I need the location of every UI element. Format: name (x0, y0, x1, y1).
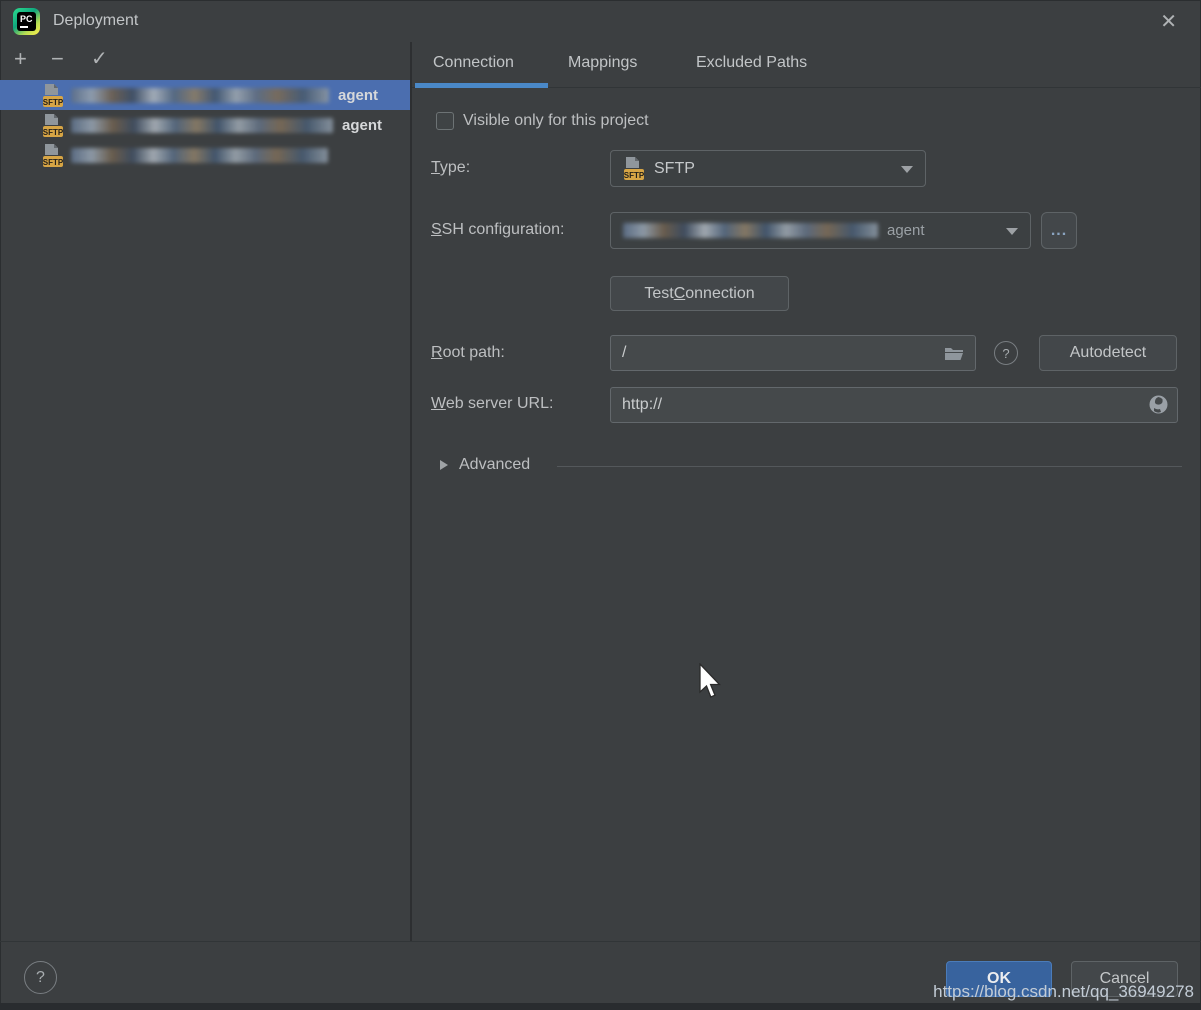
web-server-url-input[interactable] (610, 387, 1178, 423)
active-tab-underline (415, 83, 548, 88)
mouse-cursor (698, 663, 724, 703)
ssh-config-label: SSH configuration: (431, 220, 564, 240)
root-path-help-icon[interactable]: ? (994, 341, 1018, 365)
web-server-url-label: Web server URL: (431, 394, 553, 414)
root-path-label: Root path: (431, 343, 505, 363)
svg-text:SFTP: SFTP (624, 171, 645, 180)
svg-text:SFTP: SFTP (43, 158, 64, 167)
panel-divider (410, 42, 412, 941)
dialog-help-button[interactable]: ? (24, 961, 57, 994)
redacted-ssh-config (623, 223, 878, 238)
svg-text:SFTP: SFTP (43, 128, 64, 137)
type-select[interactable]: SFTP SFTP (610, 150, 926, 187)
window-bottom-edge (0, 1003, 1201, 1010)
svg-text:SFTP: SFTP (43, 98, 64, 107)
window-title: Deployment (53, 12, 138, 30)
visible-only-checkbox[interactable] (436, 112, 454, 130)
test-connection-label: Test (644, 285, 673, 303)
visible-only-label: Visible only for this project (463, 112, 649, 130)
pycharm-logo-icon: PC (13, 8, 40, 35)
remove-server-button[interactable]: − (51, 49, 64, 69)
redacted-server-name (71, 148, 328, 163)
server-item[interactable]: SFTP (0, 140, 410, 170)
globe-icon (1148, 394, 1169, 415)
title-bar: PC Deployment ✕ (0, 0, 1201, 42)
tab-excluded-paths[interactable]: Excluded Paths (696, 54, 807, 72)
ssh-config-select[interactable]: agent (610, 212, 1031, 249)
advanced-divider (557, 466, 1182, 467)
server-item[interactable]: SFTP agent (0, 110, 410, 140)
test-connection-mnemonic: C (674, 285, 686, 303)
folder-browse-icon[interactable] (944, 345, 964, 361)
test-connection-button[interactable]: Test Connection (610, 276, 789, 311)
tab-mappings[interactable]: Mappings (568, 54, 637, 72)
server-name-suffix: agent (342, 117, 382, 134)
deployment-dialog: PC Deployment ✕ + − ✓ SFTP agent SFTP ag… (0, 0, 1201, 1010)
test-connection-label-rest: onnection (685, 285, 754, 303)
chevron-down-icon (901, 166, 913, 173)
sftp-server-icon: SFTP (42, 83, 64, 108)
close-icon[interactable]: ✕ (1160, 9, 1177, 34)
sftp-server-icon: SFTP (42, 113, 64, 138)
advanced-expand-icon[interactable] (440, 460, 448, 470)
autodetect-button[interactable]: Autodetect (1039, 335, 1177, 371)
tab-connection[interactable]: Connection (433, 54, 514, 72)
redacted-server-name (71, 118, 333, 133)
redacted-server-name (71, 88, 329, 103)
add-server-button[interactable]: + (14, 49, 27, 69)
root-path-input[interactable] (610, 335, 976, 371)
sftp-server-icon: SFTP (42, 143, 64, 168)
sftp-type-icon: SFTP (623, 156, 645, 181)
watermark: https://blog.csdn.net/qq_36949278 (933, 982, 1194, 1002)
footer-divider (0, 941, 1201, 942)
server-item-selected[interactable]: SFTP agent (0, 80, 410, 110)
use-as-default-button[interactable]: ✓ (91, 49, 108, 69)
type-select-value: SFTP (654, 160, 695, 178)
type-label: Type: (431, 158, 470, 178)
browse-ssh-configs-button[interactable]: ... (1041, 212, 1077, 249)
ssh-config-suffix: agent (887, 222, 925, 239)
server-name-suffix: agent (338, 87, 378, 104)
chevron-down-icon (1006, 228, 1018, 235)
advanced-toggle[interactable]: Advanced (459, 456, 530, 474)
